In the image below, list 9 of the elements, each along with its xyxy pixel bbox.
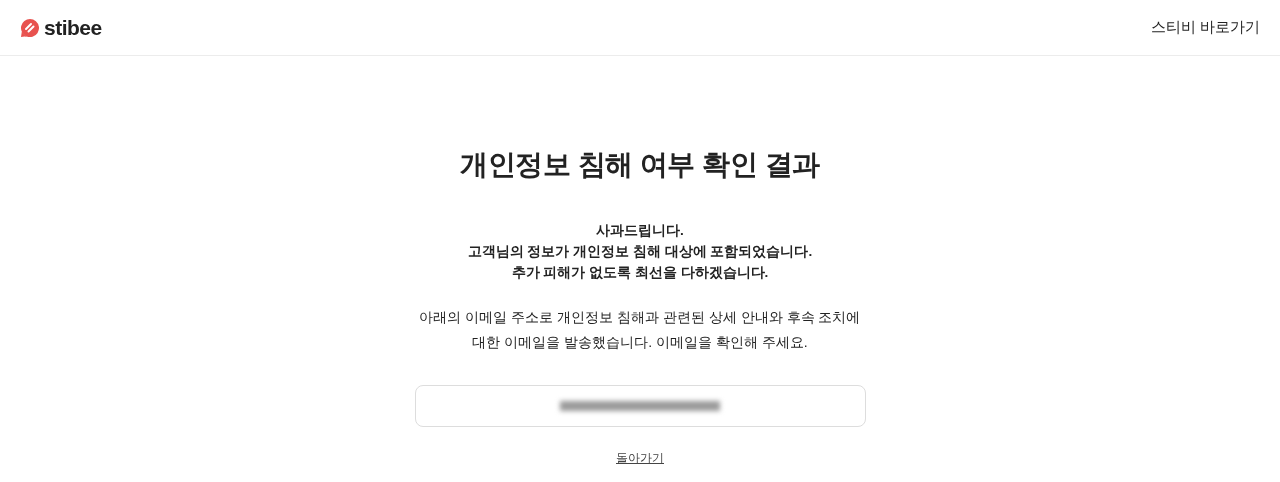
notice-text: 사과드립니다. [595, 221, 685, 240]
notice-text: 고객님의 정보가 개인정보 침해 대상에 포함되었습니다. [467, 242, 813, 261]
site-link[interactable]: 스티비 바로가기 [1150, 16, 1260, 39]
notice-text: 추가 피해가 없도록 최선을 다하겠습니다. [510, 263, 770, 282]
logo-text: stibee [44, 14, 102, 41]
description-text: 아래의 이메일 주소로 개인정보 침해과 관련된 상세 안내와 후속 조치에 대한 이메일을 발송했습니다. 이메일을 확인해 주세요. [418, 307, 862, 352]
logo-icon [20, 17, 40, 38]
page-title: 개인정보 침해 여부 확인 결과 [460, 148, 820, 182]
back-link[interactable]: 돌아가기 [616, 448, 664, 467]
